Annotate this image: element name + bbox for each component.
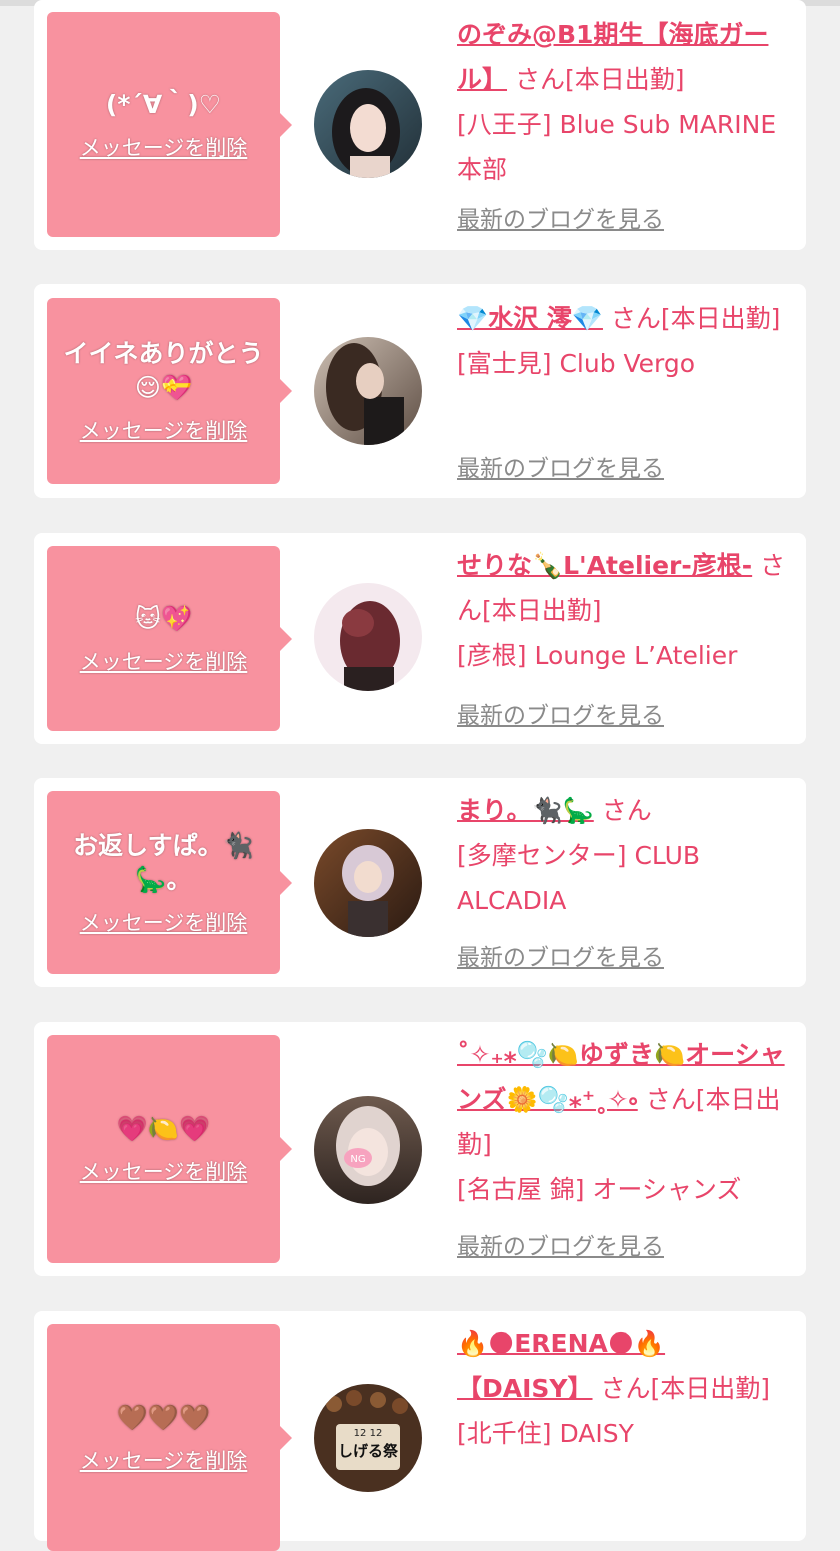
- message-card: (*´∀｀)♡ メッセージを削除 のぞみ@B1期生【海底ガール】 さん[本日出勤…: [34, 0, 806, 250]
- delete-message-link[interactable]: メッセージを削除: [80, 1445, 248, 1475]
- bubble-message: 🐱💖: [134, 603, 193, 633]
- shop-name: [彦根] Lounge L’Atelier: [457, 641, 738, 670]
- shop-name: [多摩センター] CLUB ALCADIA: [457, 841, 701, 915]
- latest-blog-link[interactable]: 最新のブログを見る: [457, 938, 664, 972]
- message-card: 🐱💖 メッセージを削除 せりな🍾L'Atelier-彦根- さん[本日出勤] […: [34, 533, 806, 744]
- latest-blog-link[interactable]: 最新のブログを見る: [457, 696, 664, 730]
- avatar-date-text: 12 12: [354, 1428, 383, 1439]
- bubble-message: お返しすぱ。🐈‍⬛🦕。: [73, 830, 254, 894]
- cast-name-link[interactable]: 💎水沢 澪💎: [457, 304, 603, 333]
- cast-info: せりな🍾L'Atelier-彦根- さん[本日出勤] [彦根] Lounge L…: [457, 543, 792, 678]
- avatar[interactable]: 12 12 しげる祭: [314, 1384, 422, 1492]
- cast-info: 💎水沢 澪💎 さん[本日出勤] [富士見] Club Vergo: [457, 296, 792, 386]
- bubble-message: 💗🍋💗: [116, 1114, 211, 1143]
- message-card: お返しすぱ。🐈‍⬛🦕。 メッセージを削除 まり。🐈‍⬛🦕 さん [多摩セ: [34, 778, 806, 987]
- delete-message-link[interactable]: メッセージを削除: [80, 907, 248, 937]
- shop-name: [北千住] DAISY: [457, 1419, 634, 1448]
- message-bubble: 🤎🤎🤎 メッセージを削除: [47, 1324, 280, 1551]
- latest-blog-link[interactable]: 最新のブログを見る: [457, 1227, 664, 1261]
- avatar-photo: [314, 337, 422, 445]
- cast-info: 🔥🌑ERENA🌑🔥【DAISY】 さん[本日出勤] [北千住] DAISY: [457, 1321, 792, 1456]
- bubble-message: 🤎🤎🤎: [116, 1402, 211, 1432]
- cast-status: さん: [601, 796, 652, 825]
- message-bubble: イイネありがとう😌💝 メッセージを削除: [47, 298, 280, 484]
- avatar[interactable]: NG: [314, 1096, 422, 1204]
- message-bubble: (*´∀｀)♡ メッセージを削除: [47, 12, 280, 237]
- delete-message-link[interactable]: メッセージを削除: [80, 646, 248, 676]
- message-bubble: お返しすぱ。🐈‍⬛🦕。 メッセージを削除: [47, 791, 280, 974]
- avatar-photo: NG: [314, 1096, 422, 1204]
- shop-name: [八王子] Blue Sub MARINE 本部: [457, 110, 777, 184]
- message-bubble: 🐱💖 メッセージを削除: [47, 546, 280, 731]
- shop-name: [富士見] Club Vergo: [457, 349, 696, 378]
- latest-blog-link[interactable]: 最新のブログを見る: [457, 200, 664, 234]
- message-list: (*´∀｀)♡ メッセージを削除 のぞみ@B1期生【海底ガール】 さん[本日出勤…: [0, 0, 840, 1551]
- avatar[interactable]: [314, 829, 422, 937]
- cast-status: さん[本日出勤]: [514, 65, 685, 94]
- avatar-photo: [314, 70, 422, 178]
- latest-blog-link[interactable]: 最新のブログを見る: [457, 449, 664, 483]
- cast-name-link[interactable]: まり。🐈‍⬛🦕: [457, 796, 594, 825]
- cast-status: さん[本日出勤]: [610, 304, 781, 333]
- message-card: イイネありがとう😌💝 メッセージを削除 💎水沢 澪💎 さん[本日出勤] [富士見…: [34, 284, 806, 498]
- avatar[interactable]: [314, 70, 422, 178]
- cast-name-link[interactable]: せりな🍾L'Atelier-彦根-: [457, 551, 752, 580]
- shop-name: [名古屋 錦] オーシャンズ: [457, 1175, 742, 1204]
- cast-status: さん[本日出勤]: [600, 1374, 770, 1403]
- avatar-photo: 12 12 しげる祭: [314, 1384, 422, 1492]
- avatar[interactable]: [314, 337, 422, 445]
- avatar[interactable]: [314, 583, 422, 691]
- avatar-photo: [314, 583, 422, 691]
- cast-info: のぞみ@B1期生【海底ガール】 さん[本日出勤] [八王子] Blue Sub …: [457, 12, 792, 192]
- message-card: 💗🍋💗 メッセージを削除 NG ˚✧₊⁎🫧🍋ゆずき🍋オーシャンズ🌼🫧⁎⁺˳✧༚ …: [34, 1022, 806, 1276]
- message-card: 🤎🤎🤎 メッセージを削除 12 12 しげる祭 🔥🌑ERENA🌑🔥【DAISY】…: [34, 1311, 806, 1551]
- bubble-message: イイネありがとう😌💝: [63, 339, 264, 402]
- bubble-message: (*´∀｀)♡: [105, 89, 222, 119]
- delete-message-link[interactable]: メッセージを削除: [80, 415, 248, 445]
- delete-message-link[interactable]: メッセージを削除: [80, 132, 248, 162]
- ng-badge-text: NG: [350, 1154, 365, 1165]
- cast-info: まり。🐈‍⬛🦕 さん [多摩センター] CLUB ALCADIA: [457, 788, 792, 923]
- avatar-caption-text: しげる祭: [338, 1442, 399, 1460]
- avatar-photo: [314, 829, 422, 937]
- message-bubble: 💗🍋💗 メッセージを削除: [47, 1035, 280, 1263]
- delete-message-link[interactable]: メッセージを削除: [80, 1156, 248, 1186]
- cast-info: ˚✧₊⁎🫧🍋ゆずき🍋オーシャンズ🌼🫧⁎⁺˳✧༚ さん[本日出勤] [名古屋 錦]…: [457, 1032, 792, 1212]
